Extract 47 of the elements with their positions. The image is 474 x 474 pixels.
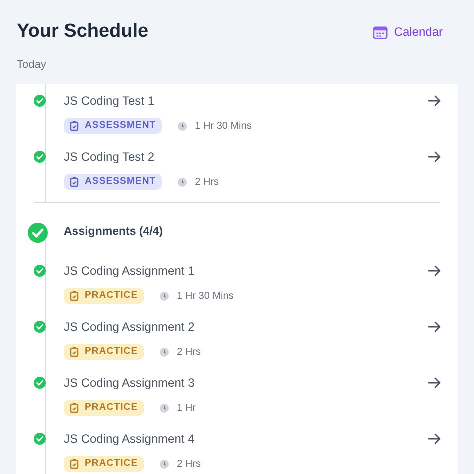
item-title: JS Coding Assignment 3 <box>64 375 195 392</box>
clipboard-icon <box>70 177 79 187</box>
item-title: JS Coding Assignment 4 <box>64 431 195 448</box>
duration: 1 Hr 30 Mins <box>195 120 252 134</box>
arrow-button[interactable] <box>428 150 442 164</box>
arrow-right-icon <box>428 264 442 278</box>
clipboard-icon <box>70 291 79 301</box>
arrow-button[interactable] <box>428 320 442 334</box>
arrow-button[interactable] <box>428 264 442 278</box>
clipboard-icon <box>70 459 79 469</box>
tag: ASSESSMENT <box>64 118 162 134</box>
item-title: JS Coding Assignment 1 <box>64 263 195 280</box>
tag: PRACTICE <box>64 288 144 304</box>
clipboard-icon <box>70 121 79 131</box>
item-title: JS Coding Assignment 2 <box>64 319 195 336</box>
clipboard-icon <box>70 403 79 413</box>
clock-icon <box>178 122 188 130</box>
item-title: JS Coding Test 1 <box>64 93 154 110</box>
duration: 2 Hrs <box>195 176 220 190</box>
arrow-button[interactable] <box>428 432 442 446</box>
calendar-icon <box>373 24 388 40</box>
item-title: JS Coding Test 2 <box>64 149 154 166</box>
arrow-right-icon <box>428 150 442 164</box>
arrow-button[interactable] <box>428 376 442 390</box>
duration: 2 Hrs <box>177 458 202 472</box>
tag: ASSESSMENT <box>64 174 162 190</box>
duration: 1 Hr 30 Mins <box>177 290 234 304</box>
tag: PRACTICE <box>64 344 144 360</box>
page-title: Your Schedule <box>17 20 149 44</box>
calendar-link[interactable]: Calendar <box>373 23 443 42</box>
clock-icon <box>160 460 170 468</box>
arrow-right-icon <box>428 432 442 446</box>
clipboard-icon <box>70 347 79 357</box>
arrow-button[interactable] <box>428 94 442 108</box>
section-heading: Assignments (4/4) <box>64 225 164 240</box>
tag: PRACTICE <box>64 456 144 472</box>
duration: 1 Hr <box>177 402 196 416</box>
tag: PRACTICE <box>64 400 144 416</box>
duration: 2 Hrs <box>177 346 202 360</box>
arrow-right-icon <box>428 320 442 334</box>
clock-icon <box>160 292 170 300</box>
clock-icon <box>160 404 170 412</box>
subtitle: Today <box>16 58 48 72</box>
arrow-right-icon <box>428 94 442 108</box>
clock-icon <box>160 348 170 356</box>
clock-icon <box>178 178 188 186</box>
arrow-right-icon <box>428 376 442 390</box>
